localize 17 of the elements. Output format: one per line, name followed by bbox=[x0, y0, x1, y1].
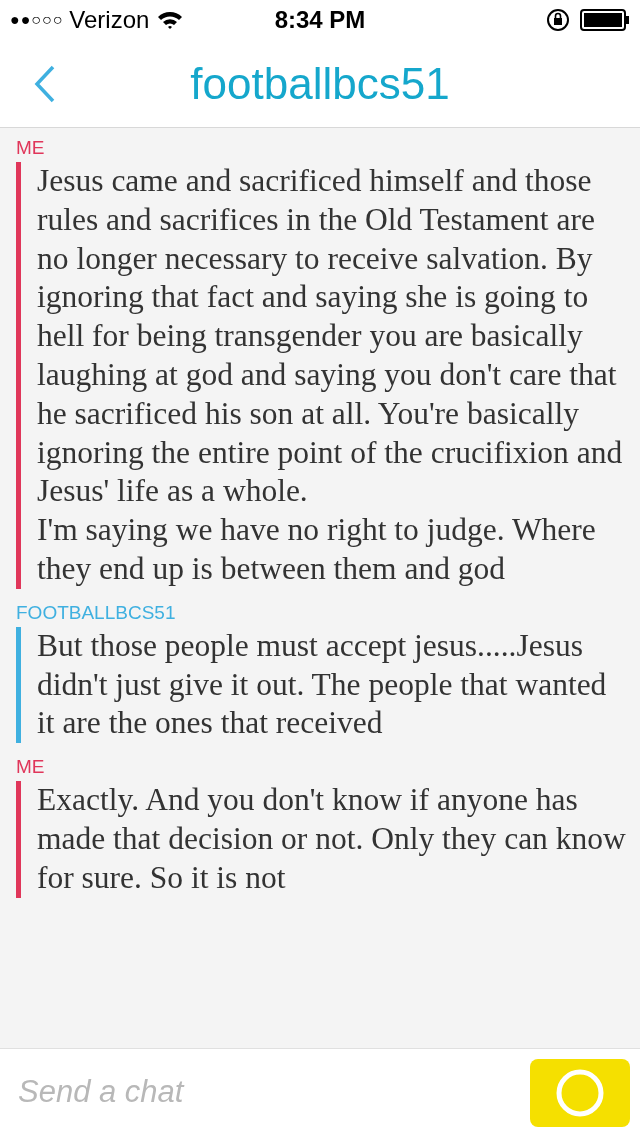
circle-icon bbox=[556, 1068, 604, 1117]
signal-dots: ●●○○○ bbox=[10, 10, 64, 30]
chat-title: footballbcs51 bbox=[190, 61, 450, 106]
sender-label: FOOTBALLBCS51 bbox=[16, 600, 177, 625]
chevron-left-icon bbox=[34, 65, 56, 103]
battery-icon bbox=[580, 9, 630, 31]
carrier-name: Verizon bbox=[69, 5, 150, 35]
capture-button[interactable] bbox=[530, 1058, 630, 1127]
rotation-lock-icon bbox=[546, 8, 570, 32]
sender-label: ME bbox=[16, 136, 46, 160]
wifi-icon bbox=[157, 10, 184, 30]
message-text: But those people must accept jesus.....Jesus didn't just give it out. The people that wanted it are the ones that received bbox=[36, 626, 608, 743]
chat-input[interactable]: Send a chat bbox=[18, 1069, 530, 1116]
clock-time: 8:34 PM bbox=[274, 5, 366, 35]
sender-label: ME bbox=[16, 755, 46, 780]
message-text: Jesus came and sacrificed himself and those rules and sacrifices in the Old Testament are no longer necessary to receive salvation. By ignoring that fact and saying she is going to hell for being transgender you are basically laughing at god and saying you don't care that he sacrificed his son at all. You're basically ignoring the entire point of the crucifixion and Jesus' life as a whole. I'm saying we have no right to judge. Where they end up is between them and god bbox=[36, 162, 624, 588]
message-text: Exactly. And you don't know if anyone has made that decision or not. Only they can know for sure. So it is not bbox=[36, 781, 627, 897]
